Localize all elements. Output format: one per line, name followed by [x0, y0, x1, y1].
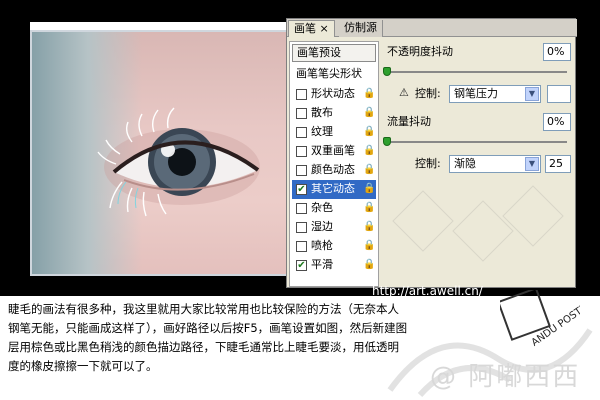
option-color-dynamics[interactable]: 颜色动态 🔒	[292, 161, 376, 180]
option-label: 形状动态	[311, 87, 355, 100]
lock-icon: 🔒	[363, 126, 376, 137]
opacity-jitter-label: 不透明度抖动	[387, 45, 453, 58]
lock-icon: 🔒	[363, 259, 376, 270]
option-shape-dynamics[interactable]: 形状动态 🔒	[292, 85, 376, 104]
chevron-down-icon[interactable]: ▼	[525, 157, 539, 171]
option-noise[interactable]: 杂色 🔒	[292, 199, 376, 218]
opacity-jitter-slider[interactable]	[387, 71, 567, 73]
fade-steps-value[interactable]: 25	[545, 155, 571, 173]
checkbox[interactable]	[296, 89, 307, 100]
checkbox[interactable]	[296, 146, 307, 157]
option-label: 其它动态	[311, 182, 355, 195]
option-label: 散布	[311, 106, 333, 119]
screenshot-frame: 画笔 × 仿制源 画笔预设 画笔笔尖形状 形状动态 🔒 散布 🔒 纹理 🔒 双重…	[0, 0, 600, 400]
flow-control-select[interactable]: 渐隐 ▼	[449, 155, 541, 173]
select-value: 钢笔压力	[454, 87, 498, 100]
option-label: 平滑	[311, 258, 333, 271]
option-texture[interactable]: 纹理 🔒	[292, 123, 376, 142]
lock-icon: 🔒	[363, 145, 376, 156]
opacity-control-extra[interactable]	[547, 85, 571, 103]
checkbox[interactable]	[296, 222, 307, 233]
option-label: 喷枪	[311, 239, 333, 252]
seal-text: ANDU POSTER	[530, 298, 580, 348]
eye-illustration	[97, 107, 260, 217]
other-dynamics-settings: 不透明度抖动 0% ⚠ 控制: 钢笔压力 ▼ 流量抖动 0% 控制: 渐隐 ▼ …	[383, 41, 575, 287]
flow-jitter-label: 流量抖动	[387, 115, 431, 128]
warning-icon: ⚠	[399, 86, 409, 99]
checkbox-checked[interactable]: ✔	[296, 260, 307, 271]
opacity-control-select[interactable]: 钢笔压力 ▼	[449, 85, 541, 103]
option-label: 杂色	[311, 201, 333, 214]
option-smoothing[interactable]: ✔ 平滑 🔒	[292, 256, 376, 275]
checkbox[interactable]	[296, 241, 307, 252]
control-label: 控制:	[415, 87, 441, 100]
lock-icon: 🔒	[363, 221, 376, 232]
checkbox[interactable]	[296, 108, 307, 119]
brush-presets-button[interactable]: 画笔预设	[292, 44, 376, 62]
lock-icon: 🔒	[363, 164, 376, 175]
option-label: 湿边	[311, 220, 333, 233]
option-scattering[interactable]: 散布 🔒	[292, 104, 376, 123]
tab-clone-source[interactable]: 仿制源	[339, 20, 383, 37]
eye-photo	[30, 30, 298, 276]
opacity-jitter-value[interactable]: 0%	[543, 43, 571, 61]
option-dual-brush[interactable]: 双重画笔 🔒	[292, 142, 376, 161]
slider-knob[interactable]	[383, 67, 391, 76]
brush-options-list: 画笔预设 画笔笔尖形状 形状动态 🔒 散布 🔒 纹理 🔒 双重画笔 🔒 颜色动态…	[289, 41, 379, 287]
brush-tip-shape-item[interactable]: 画笔笔尖形状	[292, 66, 376, 84]
flow-jitter-value[interactable]: 0%	[543, 113, 571, 131]
lock-icon: 🔒	[363, 88, 376, 99]
diamond-pattern	[392, 185, 564, 262]
option-label: 颜色动态	[311, 163, 355, 176]
checkbox[interactable]	[296, 127, 307, 138]
control-label: 控制:	[415, 157, 441, 170]
watermark-seal: ANDU POSTER	[497, 287, 595, 354]
checkbox[interactable]	[296, 165, 307, 176]
source-url[interactable]: http://art.awell.cn/	[372, 284, 483, 298]
flow-jitter-slider[interactable]	[387, 141, 567, 143]
checkbox[interactable]	[296, 203, 307, 214]
panel-tabs: 画笔 × 仿制源	[287, 19, 577, 37]
lock-icon: 🔒	[363, 183, 376, 194]
checkbox-checked[interactable]: ✔	[296, 184, 307, 195]
lock-icon: 🔒	[363, 240, 376, 251]
slider-knob[interactable]	[383, 137, 391, 146]
lock-icon: 🔒	[363, 107, 376, 118]
select-value: 渐隐	[454, 157, 476, 170]
lock-icon: 🔒	[363, 202, 376, 213]
tutorial-caption: 睫毛的画法有很多种，我这里就用大家比较常用也比较保险的方法（无奈本人钢笔无能，只…	[8, 302, 408, 373]
chevron-down-icon[interactable]: ▼	[525, 87, 539, 101]
left-band	[0, 0, 30, 290]
right-band	[576, 0, 600, 296]
tab-brush[interactable]: 画笔 ×	[288, 20, 335, 37]
option-wet-edges[interactable]: 湿边 🔒	[292, 218, 376, 237]
brush-panel: 画笔 × 仿制源 画笔预设 画笔笔尖形状 形状动态 🔒 散布 🔒 纹理 🔒 双重…	[286, 18, 577, 288]
option-airbrush[interactable]: 喷枪 🔒	[292, 237, 376, 256]
option-label: 双重画笔	[311, 144, 355, 157]
option-label: 纹理	[311, 125, 333, 138]
option-other-dynamics[interactable]: ✔ 其它动态 🔒	[292, 180, 376, 199]
watermark-brand: @ 阿嘟西西	[430, 362, 581, 392]
